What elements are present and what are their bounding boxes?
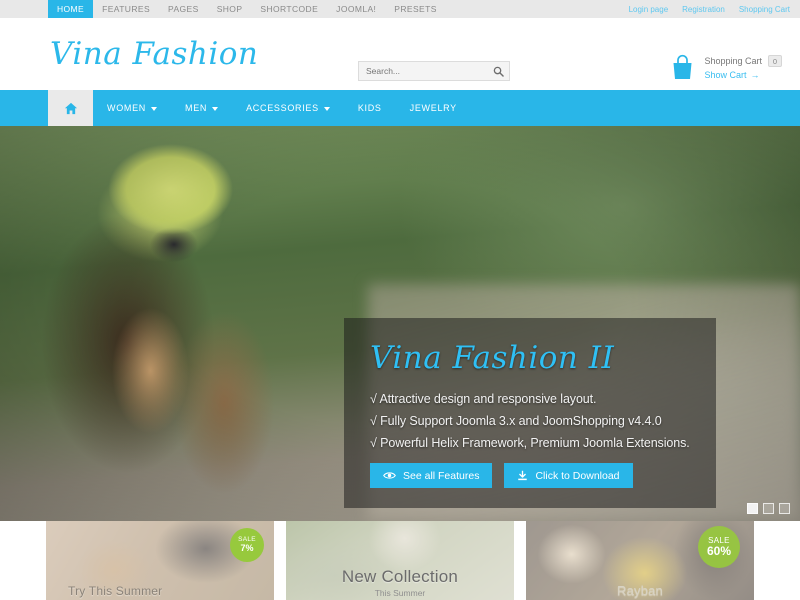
nav-label-kids: KIDS [357, 103, 382, 113]
hero-feature-item: √ Attractive design and responsive layou… [370, 392, 597, 406]
hero-caption-panel: Vina Fashion II √ Attractive design and … [344, 318, 716, 508]
search-box[interactable] [358, 61, 510, 81]
top-bar-links: Login page Registration Shopping Cart [629, 0, 790, 18]
search-button[interactable] [487, 62, 509, 80]
hero-feature-item: √ Powerful Helix Framework, Premium Joom… [370, 436, 690, 450]
promo-card-rayban[interactable]: SALE 60% Rayban [526, 521, 754, 600]
hero-title: Vina Fashion II [370, 340, 615, 376]
nav-item-men[interactable]: MEN [171, 90, 232, 126]
sale-badge-value: 60% [706, 543, 732, 558]
topnav-item-presets[interactable]: PRESETS [385, 0, 445, 18]
topnav-item-shop[interactable]: SHOP [208, 0, 252, 18]
nav-label-accessories: ACCESSORIES [246, 103, 319, 113]
topnav-item-pages[interactable]: PAGES [159, 0, 208, 18]
nav-item-jewelry[interactable]: JEWELRY [396, 90, 471, 126]
click-to-download-label: Click to Download [535, 469, 620, 482]
show-cart-label: Show Cart [704, 70, 747, 80]
cart-summary-row: Shopping Cart 0 [704, 55, 782, 67]
hero-feature-list: √ Attractive design and responsive layou… [370, 392, 694, 450]
login-page-link[interactable]: Login page [629, 5, 669, 14]
nav-item-women[interactable]: WOMEN [93, 90, 171, 126]
eye-icon [383, 472, 396, 479]
sale-badge-value: 7% [240, 542, 254, 553]
top-bar: HOME FEATURES PAGES SHOP SHORTCODE JOOML… [0, 0, 800, 18]
promo-title: New Collection [341, 567, 459, 586]
hero-feature-item: √ Fully Support Joomla 3.x and JoomShopp… [370, 414, 662, 428]
hero-slider: Vina Fashion II √ Attractive design and … [0, 126, 800, 521]
chevron-down-icon [151, 106, 157, 111]
home-icon [64, 102, 77, 114]
search-input[interactable] [359, 66, 487, 76]
cart-block[interactable]: Shopping Cart 0 Show Cart → [670, 54, 782, 81]
nav-label-women: WOMEN [107, 103, 146, 113]
promo-card-new-collection[interactable]: New Collection This Summer [286, 521, 514, 600]
nav-label-men: MEN [185, 103, 208, 113]
promo-text: New Collection This Summer [286, 567, 514, 598]
chevron-down-icon [323, 106, 330, 111]
show-cart-link[interactable]: Show Cart → [704, 70, 782, 80]
topnav-item-features[interactable]: FEATURES [93, 0, 159, 18]
promo-title: Try This Summer [68, 584, 163, 598]
topnav-item-joomla[interactable]: JOOMLA! [327, 0, 385, 18]
click-to-download-button[interactable]: Click to Download [504, 463, 633, 488]
slider-pagination [747, 503, 790, 514]
shopping-cart-link[interactable]: Shopping Cart [739, 5, 790, 14]
promo-card-try-this-summer[interactable]: SALE 7% Try This Summer [46, 521, 274, 600]
nav-item-accessories[interactable]: ACCESSORIES [232, 90, 344, 126]
main-navigation: WOMEN MEN ACCESSORIES KIDS JEWELRY [0, 90, 800, 126]
cart-count-badge: 0 [768, 55, 782, 67]
promo-text: Try This Summer [46, 584, 274, 598]
sale-badge: SALE 7% [230, 528, 264, 562]
nav-label-jewelry: JEWELRY [409, 103, 457, 113]
slider-dot-2[interactable] [763, 503, 774, 514]
promo-text: Rayban [526, 583, 754, 598]
cart-text: Shopping Cart 0 Show Cart → [704, 55, 782, 80]
promo-subtitle: This Summer [374, 588, 426, 598]
site-header: Vina Fashion Shopping Cart 0 Show Cart → [0, 18, 800, 90]
arrow-right-icon: → [750, 70, 760, 80]
hero-button-group: See all Features Click to Download [370, 463, 694, 488]
search-icon [493, 66, 504, 77]
registration-link[interactable]: Registration [682, 5, 725, 14]
slider-dot-1[interactable] [747, 503, 758, 514]
cart-label: Shopping Cart [704, 56, 762, 66]
nav-item-kids[interactable]: KIDS [344, 90, 396, 126]
top-navigation: HOME FEATURES PAGES SHOP SHORTCODE JOOML… [48, 0, 446, 18]
download-icon [518, 470, 528, 481]
sale-badge: SALE 60% [698, 526, 740, 568]
site-logo[interactable]: Vina Fashion [50, 36, 258, 72]
slider-dot-3[interactable] [779, 503, 790, 514]
chevron-down-icon [212, 106, 219, 111]
promo-card-row: SALE 7% Try This Summer New Collection T… [0, 521, 800, 600]
promo-title: Rayban [616, 583, 663, 598]
topnav-item-home[interactable]: HOME [48, 0, 94, 18]
nav-item-home[interactable] [48, 90, 93, 126]
topnav-item-shortcode[interactable]: SHORTCODE [251, 0, 327, 18]
see-all-features-label: See all Features [403, 469, 480, 482]
see-all-features-button[interactable]: See all Features [370, 463, 493, 488]
shopping-bag-icon[interactable] [670, 54, 695, 81]
